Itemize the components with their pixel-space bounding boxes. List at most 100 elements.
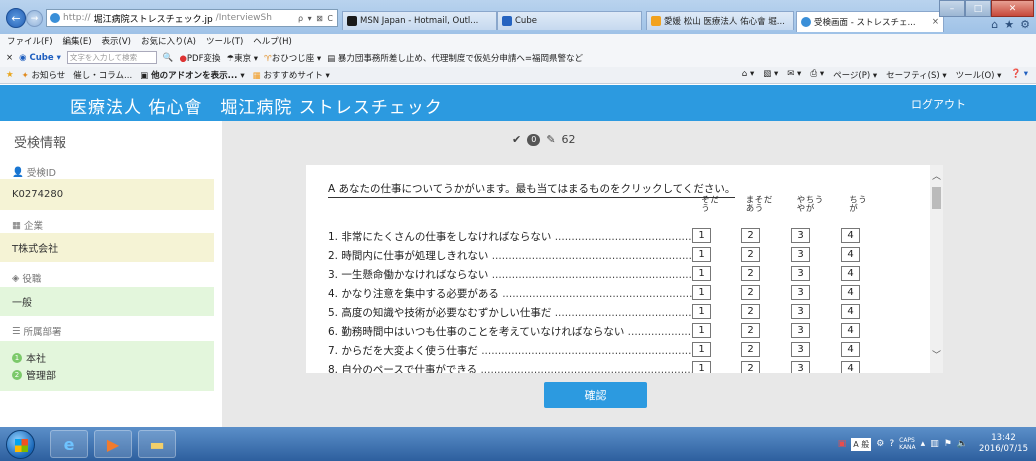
menu-edit[interactable]: 編集(E) bbox=[63, 35, 92, 47]
answer-option-4[interactable]: 4 bbox=[841, 304, 860, 319]
search-icon[interactable]: 🔍 bbox=[163, 53, 174, 63]
check-icon: ✔ bbox=[512, 133, 522, 146]
answer-option-1[interactable]: 1 bbox=[692, 266, 711, 281]
address-controls[interactable]: ρ ▾ ⊠ C bbox=[298, 14, 334, 23]
forward-button[interactable]: → bbox=[26, 10, 43, 27]
app-header: 医療法人 佑心會 堀江病院 ストレスチェック ログアウト bbox=[0, 85, 1036, 121]
scroll-down-icon[interactable]: ﹀ bbox=[930, 348, 943, 361]
maximize-button[interactable]: □ bbox=[965, 0, 991, 17]
answer-option-1[interactable]: 1 bbox=[692, 342, 711, 357]
answer-option-2[interactable]: 2 bbox=[741, 361, 760, 373]
tools-menu[interactable]: ツール(O) ▾ bbox=[956, 69, 1002, 81]
answer-option-1[interactable]: 1 bbox=[692, 247, 711, 262]
print-icon[interactable]: ⎙ ▾ bbox=[810, 69, 824, 81]
toolbar-search-input[interactable]: 文字を入力して検索 bbox=[66, 51, 157, 64]
answer-option-1[interactable]: 1 bbox=[692, 304, 711, 319]
answer-option-4[interactable]: 4 bbox=[841, 247, 860, 262]
safety-menu[interactable]: セーフティ(S) ▾ bbox=[886, 69, 946, 81]
answer-option-3[interactable]: 3 bbox=[791, 361, 810, 373]
link-addon[interactable]: ▣ 他のアドオンを表示... ▾ bbox=[140, 69, 244, 81]
answer-option-2[interactable]: 2 bbox=[741, 342, 760, 357]
answer-option-1[interactable]: 1 bbox=[692, 323, 711, 338]
answer-option-4[interactable]: 4 bbox=[841, 361, 860, 373]
weather-button[interactable]: ☂東京 ▾ bbox=[226, 52, 258, 64]
menu-tools[interactable]: ツール(T) bbox=[206, 35, 243, 47]
question-panel[interactable]: A あなたの仕事についてうかがいます。最も当てはまるものをクリックしてください。… bbox=[306, 165, 943, 373]
ime-tools-icon[interactable]: ⚙ bbox=[876, 439, 884, 449]
answer-option-2[interactable]: 2 bbox=[741, 304, 760, 319]
tray-app-icon[interactable]: ▣ bbox=[838, 439, 847, 449]
scroll-up-icon[interactable]: ︿ bbox=[930, 169, 943, 182]
explorer-taskbar-button[interactable]: ▬ bbox=[138, 430, 176, 458]
answer-option-4[interactable]: 4 bbox=[841, 342, 860, 357]
answer-option-2[interactable]: 2 bbox=[741, 228, 760, 243]
page-menu[interactable]: ページ(P) ▾ bbox=[833, 69, 877, 81]
tab-cube[interactable]: Cube bbox=[497, 11, 642, 30]
mail-icon[interactable]: ✉ ▾ bbox=[787, 69, 801, 81]
start-button[interactable] bbox=[6, 430, 35, 459]
back-button[interactable]: ← bbox=[6, 8, 26, 28]
tab-stress-check[interactable]: 受検画面 - ストレスチェ... × bbox=[796, 11, 944, 32]
logout-link[interactable]: ログアウト bbox=[911, 96, 966, 112]
tab-msn[interactable]: MSN Japan - Hotmail, Outl... bbox=[342, 11, 497, 30]
home-menu-icon[interactable]: ⌂ ▾ bbox=[742, 69, 754, 81]
answer-option-4[interactable]: 4 bbox=[841, 323, 860, 338]
network-icon[interactable]: ▥ bbox=[930, 439, 939, 449]
help-tray-icon[interactable]: ? bbox=[889, 439, 894, 449]
answer-option-1[interactable]: 1 bbox=[692, 361, 711, 373]
tray-expand-icon[interactable]: ▴ bbox=[921, 439, 926, 449]
tab-ehime[interactable]: 愛媛 松山 医療法人 佑心會 堀... bbox=[646, 11, 794, 30]
answer-option-2[interactable]: 2 bbox=[741, 266, 760, 281]
minimize-button[interactable]: – bbox=[939, 0, 965, 17]
link-oshirase[interactable]: ✦ お知らせ bbox=[22, 69, 66, 81]
tab-close-icon[interactable]: × bbox=[932, 17, 939, 27]
answer-option-4[interactable]: 4 bbox=[841, 285, 860, 300]
window-controls: – □ ✕ bbox=[939, 0, 1034, 17]
ie-taskbar-button[interactable]: e bbox=[50, 430, 88, 458]
cube-logo[interactable]: ◉ Cube ▾ bbox=[19, 53, 61, 63]
answer-option-1[interactable]: 1 bbox=[692, 285, 711, 300]
answer-option-4[interactable]: 4 bbox=[841, 266, 860, 281]
recommended-icon: ▦ bbox=[252, 71, 261, 81]
menu-favorites[interactable]: お気に入り(A) bbox=[141, 35, 196, 47]
answer-option-2[interactable]: 2 bbox=[741, 285, 760, 300]
answer-option-2[interactable]: 2 bbox=[741, 323, 760, 338]
confirm-button[interactable]: 確認 bbox=[544, 382, 647, 408]
feeds-icon[interactable]: ▧ ▾ bbox=[763, 69, 778, 81]
answer-option-1[interactable]: 1 bbox=[692, 228, 711, 243]
volume-icon[interactable]: 🔈 bbox=[957, 439, 968, 449]
answer-option-4[interactable]: 4 bbox=[841, 228, 860, 243]
link-recommended[interactable]: ▦ おすすめサイト ▾ bbox=[253, 69, 330, 81]
answer-option-2[interactable]: 2 bbox=[741, 247, 760, 262]
scrollbar-thumb[interactable] bbox=[932, 187, 941, 209]
favorites-icon[interactable]: ★ bbox=[6, 70, 14, 80]
menu-help[interactable]: ヘルプ(H) bbox=[253, 35, 292, 47]
question-text: 5. 高度の知識や技術が必要なむずかしい仕事だ bbox=[328, 305, 703, 320]
media-taskbar-button[interactable]: ▶ bbox=[94, 430, 132, 458]
ime-indicator[interactable]: A 般 bbox=[851, 437, 872, 451]
answer-option-3[interactable]: 3 bbox=[791, 285, 810, 300]
question-row: 5. 高度の知識や技術が必要なむずかしい仕事だ1 2 3 4 bbox=[328, 304, 888, 320]
help-icon[interactable]: ❓ ▾ bbox=[1010, 69, 1028, 81]
home-icon[interactable]: ⌂ bbox=[991, 18, 998, 31]
settings-gear-icon[interactable]: ⚙ bbox=[1020, 18, 1030, 31]
answer-option-3[interactable]: 3 bbox=[791, 266, 810, 281]
close-window-button[interactable]: ✕ bbox=[991, 0, 1034, 17]
link-column[interactable]: 催し・コラム... bbox=[73, 69, 132, 81]
clock[interactable]: 13:42 2016/07/15 bbox=[979, 433, 1028, 455]
pdf-button[interactable]: ●PDF変換 bbox=[179, 52, 220, 64]
toolbar-close-icon[interactable]: × bbox=[6, 53, 13, 63]
menu-view[interactable]: 表示(V) bbox=[102, 35, 131, 47]
address-bar[interactable]: http://堀江病院ストレスチェック.jp/InterviewSh ρ ▾ ⊠… bbox=[46, 9, 338, 27]
answer-option-3[interactable]: 3 bbox=[791, 304, 810, 319]
answer-option-3[interactable]: 3 bbox=[791, 342, 810, 357]
news-ticker[interactable]: ▤ 暴力団事務所差し止め、代理制度で仮処分申請へ=福岡県警など bbox=[327, 52, 583, 64]
answer-option-3[interactable]: 3 bbox=[791, 323, 810, 338]
favorites-star-icon[interactable]: ★ bbox=[1004, 18, 1014, 31]
vertical-scrollbar[interactable]: ︿ ﹀ bbox=[930, 165, 943, 373]
menu-file[interactable]: ファイル(F) bbox=[7, 35, 53, 47]
answer-option-3[interactable]: 3 bbox=[791, 247, 810, 262]
flag-icon[interactable]: ⚑ bbox=[944, 439, 952, 449]
answer-option-3[interactable]: 3 bbox=[791, 228, 810, 243]
horoscope-button[interactable]: ♈おひつじ座 ▾ bbox=[264, 52, 321, 64]
